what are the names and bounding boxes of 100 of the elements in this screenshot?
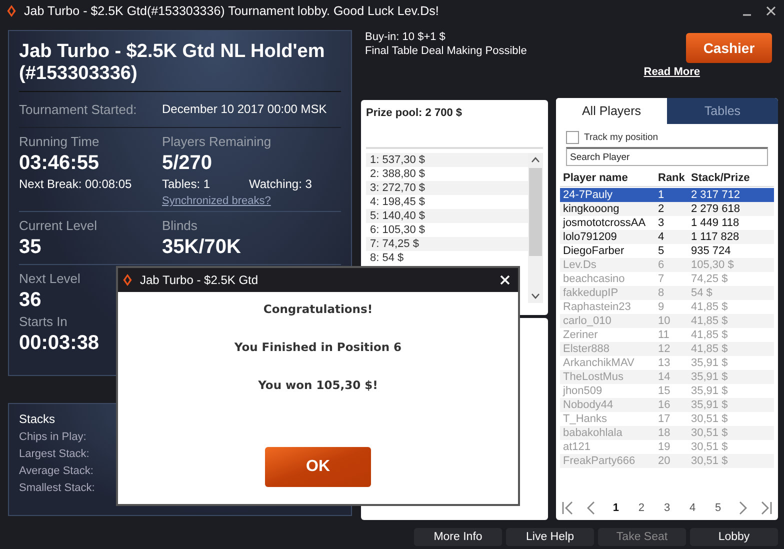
player-name: 24-7Pauly	[562, 189, 614, 201]
player-rank: 11	[658, 329, 670, 341]
player-stack: 74,25 $	[691, 273, 729, 285]
column-header: Rank	[658, 172, 686, 184]
players-remaining-label: Players Remaining	[162, 134, 272, 149]
current-level-value: 35	[19, 235, 42, 260]
player-name: josmototcrossAA	[562, 217, 647, 229]
player-row[interactable]: Elster888 12 41,85 $	[560, 342, 774, 356]
player-row[interactable]: Raphastein23 9 41,85 $	[560, 300, 774, 314]
player-row[interactable]: fakkedupIP 8 54 $	[560, 286, 774, 300]
search-field[interactable]: Search Player	[566, 147, 768, 166]
page-number[interactable]: 3	[660, 502, 674, 514]
player-stack: 30,51 $	[691, 455, 729, 467]
deal-text: Final Table Deal Making Possible	[365, 44, 527, 58]
player-row[interactable]: beachcasino 7 74,25 $	[560, 272, 774, 286]
player-name: TheLostMus	[562, 371, 625, 383]
bottom-button[interactable]: More Info	[414, 528, 502, 546]
player-row[interactable]: FreakParty666 20 30,51 $	[560, 454, 774, 468]
blinds-label: Blinds	[162, 218, 198, 233]
ok-button[interactable]: OK	[265, 447, 371, 487]
player-rank: 14	[658, 371, 672, 383]
player-row[interactable]: kingkooong 2 2 279 618	[560, 202, 774, 216]
player-row[interactable]: T_Hanks 17 30,51 $	[560, 412, 774, 426]
player-name: Nobody44	[562, 399, 614, 411]
close-icon[interactable]	[766, 6, 776, 16]
read-more-link[interactable]: Read More	[644, 66, 700, 78]
previous-page-icon[interactable]	[585, 501, 598, 515]
player-rank: 9	[658, 301, 666, 313]
cashier-button[interactable]: Cashier	[686, 33, 772, 63]
starts-in-value: 00:03:38	[19, 331, 100, 356]
player-name: fakkedupIP	[562, 287, 620, 299]
page-number[interactable]: 2	[634, 502, 649, 514]
player-row[interactable]: TheLostMus 14 35,91 $	[560, 370, 774, 384]
scrollbar[interactable]	[528, 153, 543, 303]
player-name: Raphastein23	[562, 301, 632, 313]
player-row[interactable]: ArkanchikMAV 13 35,91 $	[560, 356, 774, 370]
bottom-button[interactable]: Lobby	[690, 528, 778, 546]
player-row[interactable]: DiegoFarber 5 935 724	[560, 244, 774, 258]
prize-place-row-text: 8: 54 $	[369, 251, 405, 265]
last-page-icon[interactable]	[760, 501, 772, 515]
player-rank: 13	[658, 357, 672, 369]
player-name: lolo791209	[562, 231, 618, 243]
player-rank: 5	[658, 245, 666, 257]
starts-in-label: Starts In	[19, 314, 68, 329]
player-name: DiegoFarber	[562, 245, 626, 257]
player-name: beachcasino	[562, 273, 626, 285]
column-header: Player name	[562, 172, 629, 184]
player-name: FreakParty666	[562, 455, 636, 467]
tables-count: Tables: 1	[162, 177, 212, 191]
player-stack: 30,51 $	[691, 441, 729, 453]
next-level-value: 36	[19, 288, 42, 313]
buy-in-text: Buy-in: 10 $+1 $	[365, 30, 446, 44]
player-stack: 1 449 118	[691, 217, 740, 229]
next-page-icon[interactable]	[736, 501, 749, 515]
player-rank: 15	[658, 385, 672, 397]
player-row[interactable]: Nobody44 16 35,91 $	[560, 398, 774, 412]
prize-place-row-text: 6: 105,30 $	[369, 223, 426, 237]
player-rank: 3	[658, 217, 666, 229]
player-stack: 41,85 $	[691, 343, 729, 355]
dialog-message: You Finished in Position 6	[234, 340, 402, 354]
stacks-title: Stacks	[19, 412, 56, 426]
window-title: Jab Turbo - $2.5K Gtd(#153303336) Tournament lobby. Good Luck Lev.Ds!	[24, 4, 439, 18]
page-number[interactable]: 4	[685, 502, 700, 514]
tab[interactable]: Tables	[667, 98, 778, 124]
page-number[interactable]: 5	[711, 502, 726, 514]
logo-icon	[123, 274, 132, 286]
prize-place-row-text: 4: 198,45 $	[369, 195, 426, 209]
player-stack: 2 279 618	[691, 203, 741, 215]
player-stack: 2 317 712	[691, 189, 741, 201]
prize-place-row: 3: 272,70 $	[366, 181, 528, 195]
player-row[interactable]: Zeriner 11 41,85 $	[560, 328, 774, 342]
player-row[interactable]: 24-7Pauly 1 2 317 712	[560, 188, 774, 202]
track-position-label: Track my position	[584, 132, 658, 143]
player-rank: 1	[658, 189, 666, 201]
started-value: December 10 2017 00:00 MSK	[162, 102, 327, 117]
page-number[interactable]: 1	[608, 502, 623, 514]
player-rank: 6	[658, 259, 666, 271]
player-stack: 1 117 828	[691, 231, 740, 243]
player-rank: 18	[658, 427, 672, 439]
watching-count: Watching: 3	[249, 177, 312, 191]
player-row[interactable]: Lev.Ds 6 105,30 $	[560, 258, 774, 272]
stack-label: Largest Stack:	[19, 447, 90, 462]
player-stack: 105,30 $	[691, 259, 735, 271]
player-name: kingkooong	[562, 203, 620, 215]
blinds-value: 35K/70K	[162, 235, 241, 260]
logo-icon	[7, 5, 16, 17]
player-row[interactable]: carlo_010 10 41,85 $	[560, 314, 774, 328]
player-name: jhon509	[562, 385, 604, 397]
synchronized-breaks-link[interactable]: Synchronized breaks?	[162, 195, 271, 207]
player-name: T_Hanks	[562, 413, 608, 425]
player-row[interactable]: at121 19 30,51 $	[560, 440, 774, 454]
player-row[interactable]: jhon509 15 35,91 $	[560, 384, 774, 398]
first-page-icon[interactable]	[562, 501, 574, 515]
player-row[interactable]: josmototcrossAA 3 1 449 118	[560, 216, 774, 230]
player-row[interactable]: babakohlala 18 30,51 $	[560, 426, 774, 440]
bottom-button[interactable]: Live Help	[506, 528, 594, 546]
player-rank: 19	[658, 441, 672, 453]
player-rank: 12	[658, 343, 672, 355]
checkbox[interactable]	[566, 131, 579, 144]
player-row[interactable]: lolo791209 4 1 117 828	[560, 230, 774, 244]
